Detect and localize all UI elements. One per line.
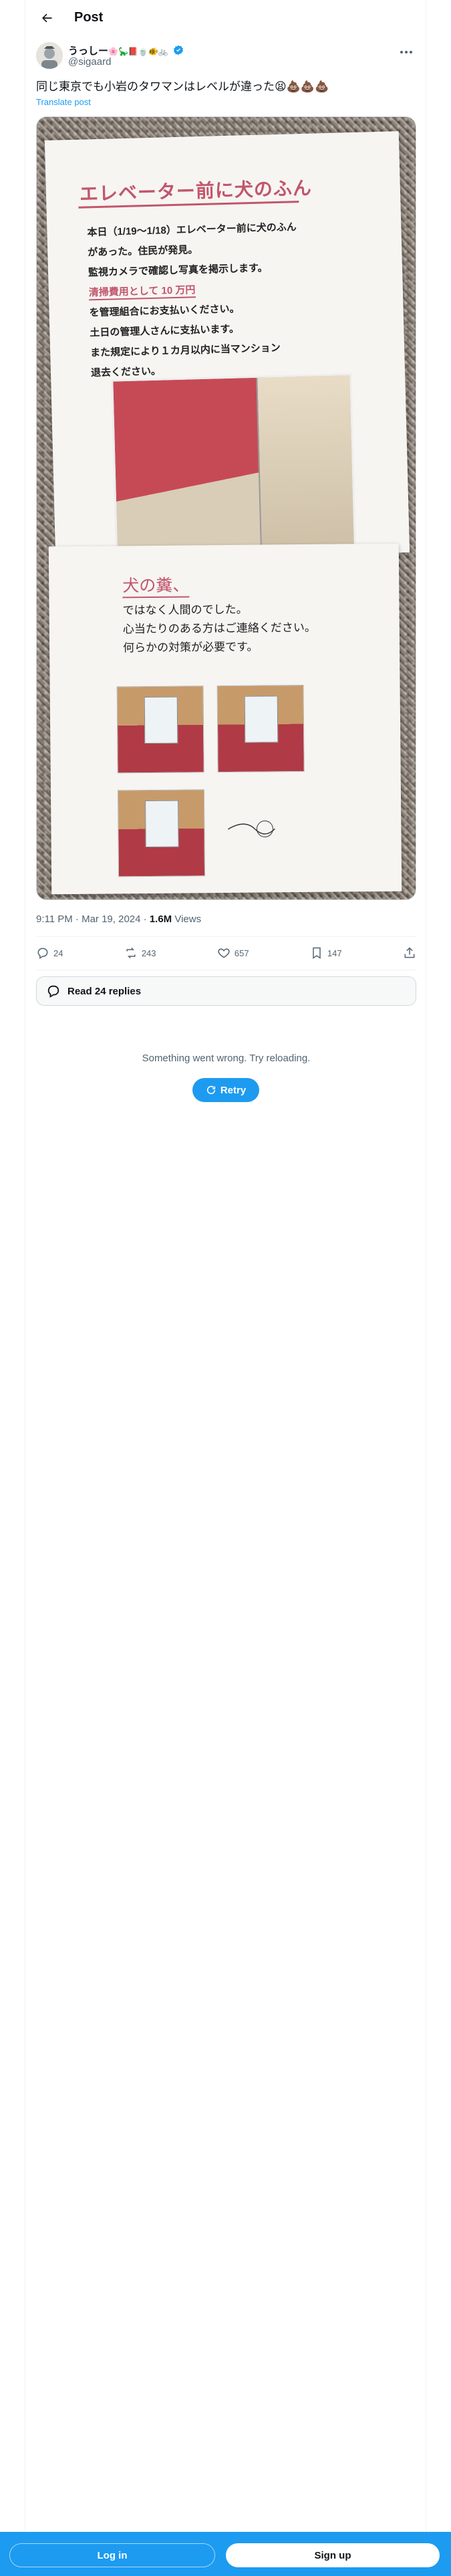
poster-line: があった。住民が発見。 <box>88 244 198 259</box>
post-text: 同じ東京でも小岩のタワマンはレベルが違った😫💩💩💩 <box>36 80 329 93</box>
poster-title: 犬の糞、 <box>122 572 190 599</box>
poster-line: 清掃費用として 10 万円 <box>88 282 196 301</box>
post-author: うっしー🌸🦕📕🍵🐠🚲 @sigaard <box>36 42 416 72</box>
repost-icon <box>126 947 136 959</box>
bookmark-button[interactable]: 147 <box>310 946 342 960</box>
read-replies-button[interactable]: Read 24 replies <box>36 976 416 1006</box>
read-replies-label: Read 24 replies <box>67 985 142 997</box>
page-header: Post <box>25 0 427 35</box>
repost-count: 243 <box>141 948 156 958</box>
heart-icon <box>218 948 230 958</box>
like-button[interactable]: 657 <box>217 946 249 960</box>
repost-button[interactable]: 243 <box>124 946 156 960</box>
poster-line: 監視カメラで確認し写真を掲示します。 <box>88 262 268 279</box>
poster-line: 土日の管理人さんに支払います。 <box>90 323 240 339</box>
bottom-login-bar: Log in Sign up <box>0 2532 451 2576</box>
translate-post-link[interactable]: Translate post <box>36 97 91 107</box>
main-column: Post うっしー🌸🦕📕🍵🐠🚲 @sigaard 同じ東京でも小岩のタワマンはレ… <box>25 0 426 2576</box>
notice-poster-bottom: 犬の糞、 ではなく人間のでした。 心当たりのある方はご連絡ください。 何らかの対… <box>48 543 402 895</box>
cctv-photo <box>111 373 357 560</box>
poster-line: 心当たりのある方はご連絡ください。 <box>122 621 316 637</box>
refresh-icon <box>206 1085 215 1095</box>
retry-label: Retry <box>220 1084 247 1096</box>
author-display-name: うっしー <box>68 45 109 57</box>
bookmark-icon <box>313 947 321 959</box>
comic-panel <box>216 684 305 773</box>
login-button[interactable]: Log in <box>9 2543 215 2567</box>
page-title: Post <box>74 10 104 25</box>
verified-badge-icon <box>173 45 183 56</box>
author-handle[interactable]: @sigaard <box>68 56 111 68</box>
reply-bubble-icon <box>47 985 59 998</box>
notice-poster-top: エレベーター前に犬のふん 本日（1/19～1/18）エレベーター前に犬のふん が… <box>44 131 410 562</box>
author-name[interactable]: うっしー🌸🦕📕🍵🐠🚲 <box>68 43 184 58</box>
more-options-button[interactable] <box>396 42 416 62</box>
comic-panel <box>116 685 204 774</box>
back-button[interactable] <box>36 7 57 29</box>
views-count: 1.6M <box>149 914 172 925</box>
comic-panel <box>117 789 206 877</box>
divider <box>36 936 416 937</box>
poster-line: 本日（1/19～1/18）エレベーター前に犬のふん <box>87 221 297 239</box>
reply-count: 24 <box>53 948 63 958</box>
more-dots-icon <box>400 51 403 53</box>
post-image[interactable]: エレベーター前に犬のふん 本日（1/19～1/18）エレベーター前に犬のふん が… <box>36 116 416 900</box>
retry-button[interactable]: Retry <box>192 1078 259 1102</box>
action-bar: 24 243 657 147 <box>36 940 416 966</box>
poster-line: 何らかの対策が必要です。 <box>122 640 259 655</box>
scribble-sketch <box>228 820 275 837</box>
back-arrow-icon <box>42 13 52 23</box>
views-label: Views <box>172 914 202 925</box>
bookmark-count: 147 <box>327 948 342 958</box>
timestamp-text: 9:11 PM · Mar 19, 2024 · <box>36 914 150 925</box>
error-message: Something went wrong. Try reloading. <box>142 1053 311 1064</box>
poster-line: 退去ください。 <box>90 365 162 379</box>
avatar[interactable] <box>36 42 63 69</box>
poster-line: ではなく人間のでした。 <box>122 603 248 618</box>
poster-line: また規定により１カ月以内に当マンション <box>90 342 281 359</box>
share-button[interactable] <box>403 946 416 960</box>
poster-line: を管理組合にお支払いください。 <box>89 303 240 319</box>
signup-button[interactable]: Sign up <box>226 2543 440 2567</box>
like-count: 657 <box>234 948 249 958</box>
reply-icon <box>37 948 48 959</box>
author-emoji: 🌸🦕📕🍵🐠🚲 <box>108 47 168 56</box>
share-icon <box>404 947 415 958</box>
reply-button[interactable]: 24 <box>36 946 63 960</box>
post-timestamp[interactable]: 9:11 PM · Mar 19, 2024 · 1.6M Views <box>36 914 201 925</box>
